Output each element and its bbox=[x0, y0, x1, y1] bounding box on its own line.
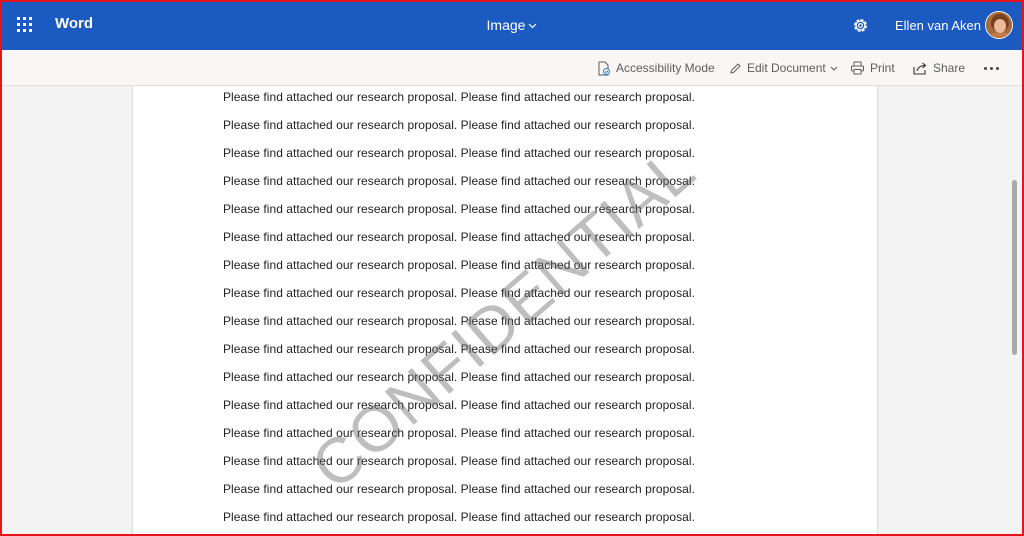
command-bar: Accessibility Mode Edit Document Print S… bbox=[0, 50, 1024, 86]
printer-icon bbox=[851, 61, 864, 75]
edit-document-label: Edit Document bbox=[747, 61, 826, 75]
avatar-image bbox=[986, 12, 1012, 38]
scrollbar-thumb[interactable] bbox=[1012, 180, 1017, 355]
chevron-down-icon bbox=[830, 66, 838, 71]
share-button[interactable]: Share bbox=[912, 59, 965, 77]
document-title-text: Image bbox=[486, 17, 526, 33]
avatar[interactable] bbox=[985, 11, 1013, 39]
document-line: Please find attached our research propos… bbox=[223, 286, 695, 300]
more-icon bbox=[984, 66, 999, 70]
more-options-button[interactable] bbox=[984, 59, 999, 77]
share-icon bbox=[913, 62, 927, 75]
document-line: Please find attached our research propos… bbox=[223, 90, 695, 104]
document-line: Please find attached our research propos… bbox=[223, 482, 695, 496]
pencil-icon bbox=[730, 62, 741, 74]
share-label: Share bbox=[933, 61, 966, 75]
accessibility-icon bbox=[598, 61, 610, 75]
edit-document-button[interactable]: Edit Document bbox=[729, 59, 838, 77]
accessibility-mode-label: Accessibility Mode bbox=[616, 61, 715, 75]
user-name[interactable]: Ellen van Aken bbox=[895, 18, 981, 33]
document-line: Please find attached our research propos… bbox=[223, 426, 695, 440]
print-button[interactable]: Print bbox=[850, 59, 895, 77]
document-page[interactable]: Please find attached our research propos… bbox=[132, 86, 878, 536]
document-line: Please find attached our research propos… bbox=[223, 118, 695, 132]
document-title-button[interactable]: Image bbox=[487, 17, 538, 33]
document-line: Please find attached our research propos… bbox=[223, 146, 695, 160]
chevron-down-icon bbox=[529, 23, 537, 29]
document-canvas[interactable]: Please find attached our research propos… bbox=[0, 86, 1024, 536]
print-label: Print bbox=[870, 61, 895, 75]
accessibility-mode-button[interactable]: Accessibility Mode bbox=[597, 59, 715, 77]
document-title: Image bbox=[0, 17, 1024, 33]
gear-icon[interactable] bbox=[851, 16, 870, 35]
app-header: Word Image Ellen van Aken bbox=[0, 0, 1024, 50]
document-line: Please find attached our research propos… bbox=[223, 510, 695, 524]
